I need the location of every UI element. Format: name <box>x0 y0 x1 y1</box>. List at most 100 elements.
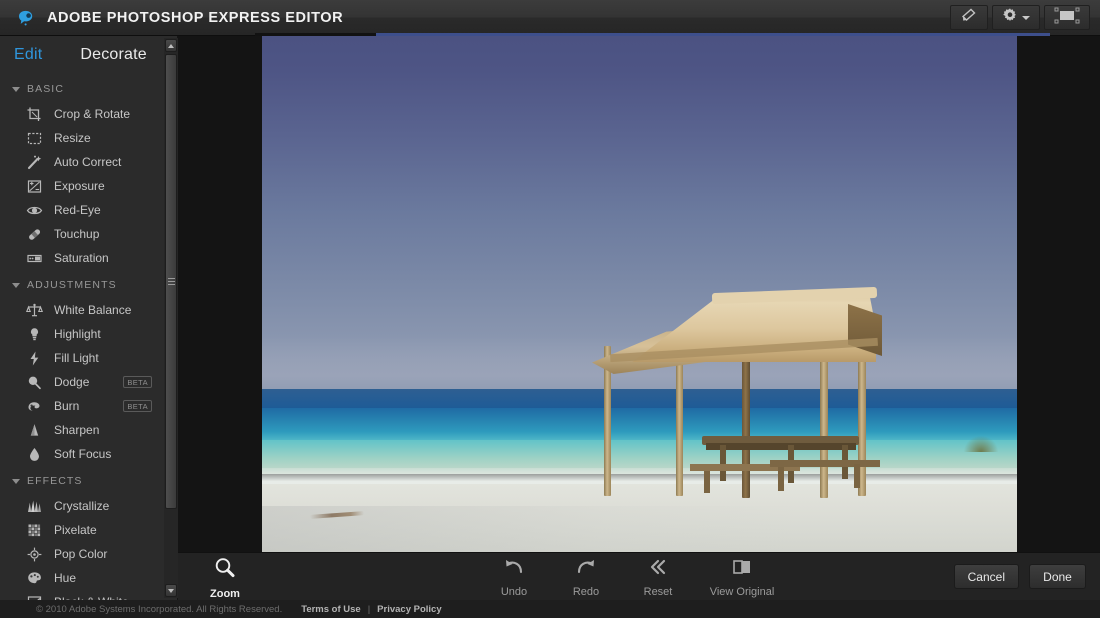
fullscreen-button[interactable] <box>1044 5 1090 30</box>
scrollbar-thumb[interactable] <box>165 54 177 509</box>
sidebar-item-label: Pixelate <box>54 523 97 537</box>
bench-leg-3 <box>854 464 860 488</box>
sidebar-item-auto-correct[interactable]: Auto Correct <box>0 150 164 174</box>
title-bar-tools <box>950 5 1090 30</box>
photo-image[interactable] <box>262 36 1017 552</box>
undo-label: Undo <box>500 586 528 598</box>
cancel-button[interactable]: Cancel <box>953 564 1019 589</box>
pixelate-icon <box>26 522 43 539</box>
done-button[interactable]: Done <box>1029 564 1086 589</box>
triangle-up-icon <box>168 43 174 48</box>
canvas-area[interactable] <box>178 36 1100 552</box>
fullscreen-icon <box>1054 7 1080 29</box>
gear-icon <box>1002 7 1018 28</box>
sidebar-item-highlight[interactable]: Highlight <box>0 322 164 346</box>
beta-badge: BETA <box>123 400 152 412</box>
group-header-adjustments[interactable]: ADJUSTMENTS <box>0 270 164 298</box>
history-tools: Undo Redo Reset View Original <box>478 557 790 598</box>
resize-icon <box>26 130 43 147</box>
sidebar-item-pop-color[interactable]: Pop Color <box>0 542 164 566</box>
sidebar-item-crop-rotate[interactable]: Crop & Rotate <box>0 102 164 126</box>
sharpen-icon <box>26 422 43 439</box>
copyright-text: © 2010 Adobe Systems Incorporated. All R… <box>36 603 283 615</box>
sidebar-item-exposure[interactable]: Exposure <box>0 174 164 198</box>
chevron-down-icon <box>1022 15 1030 20</box>
sidebar-item-label: Auto Correct <box>54 155 122 169</box>
sidebar-item-label: Red-Eye <box>54 203 101 217</box>
caret-down-icon <box>12 478 20 484</box>
reset-button[interactable]: Reset <box>622 557 694 598</box>
adobe-express-bubble-icon <box>14 6 38 30</box>
sidebar-item-pixelate[interactable]: Pixelate <box>0 518 164 542</box>
scroll-up-button[interactable] <box>165 39 177 52</box>
crop-icon <box>26 106 43 123</box>
photoshop-express-editor-window: ADOBE PHOTOSHOP EXPRESS EDITOR Edit Deco… <box>0 0 1100 618</box>
sidebar-scrollbar[interactable] <box>164 38 178 598</box>
sidebar: Edit Decorate BASIC Crop & Rotate Resize Au… <box>0 36 178 600</box>
bench-leg-2 <box>778 467 784 491</box>
sidebar-item-red-eye[interactable]: Red-Eye <box>0 198 164 222</box>
group-header-basic[interactable]: BASIC <box>0 74 164 102</box>
sidebar-item-sharpen[interactable]: Sharpen <box>0 418 164 442</box>
burn-icon <box>26 398 43 415</box>
sidebar-item-soft-focus[interactable]: Soft Focus <box>0 442 164 466</box>
sidebar-item-label: Hue <box>54 571 77 585</box>
tool-panel-list: BASIC Crop & Rotate Resize Auto Correct Expo… <box>0 74 164 600</box>
double-chevron-left-icon <box>645 557 671 582</box>
undo-arrow-icon <box>501 557 527 582</box>
tab-decorate[interactable]: Decorate <box>80 46 147 64</box>
redo-arrow-icon <box>573 557 599 582</box>
zoom-tool-label: Zoom <box>210 588 240 600</box>
lightning-bolt-icon <box>26 350 43 367</box>
view-original-button[interactable]: View Original <box>694 557 790 598</box>
feedback-icon <box>960 7 978 28</box>
privacy-policy-link[interactable]: Privacy Policy <box>377 604 441 615</box>
tab-edit[interactable]: Edit <box>14 46 42 64</box>
zoom-tool-button[interactable]: Zoom <box>194 556 256 600</box>
sidebar-item-label: Touchup <box>54 227 100 241</box>
bandage-icon <box>26 226 43 243</box>
group-header-effects[interactable]: EFFECTS <box>0 466 164 494</box>
sidebar-item-fill-light[interactable]: Fill Light <box>0 346 164 370</box>
group-title: BASIC <box>27 83 65 95</box>
caret-down-icon <box>12 86 20 92</box>
bench-back <box>770 460 880 467</box>
redo-label: Redo <box>572 586 600 598</box>
bottom-toolbar: Zoom Undo Redo Reset View Original Cance… <box>178 552 1100 600</box>
action-buttons: Cancel Done <box>953 564 1086 589</box>
sidebar-item-dodge[interactable]: Dodge BETA <box>0 370 164 394</box>
sidebar-item-hue[interactable]: Hue <box>0 566 164 590</box>
title-bar: ADOBE PHOTOSHOP EXPRESS EDITOR <box>0 0 1100 36</box>
reset-label: Reset <box>643 586 673 598</box>
table-leg-1 <box>720 445 726 481</box>
sidebar-item-label: Saturation <box>54 251 109 265</box>
sidebar-item-label: White Balance <box>54 303 132 317</box>
sand-shadow-layer <box>262 506 1017 552</box>
sidebar-item-burn[interactable]: Burn BETA <box>0 394 164 418</box>
footer-separator: | <box>367 603 371 615</box>
sidebar-item-touchup[interactable]: Touchup <box>0 222 164 246</box>
footer: © 2010 Adobe Systems Incorporated. All R… <box>0 600 1100 618</box>
lightbulb-icon <box>26 326 43 343</box>
feedback-button[interactable] <box>950 5 988 30</box>
terms-of-use-link[interactable]: Terms of Use <box>301 604 360 615</box>
magnifier-icon <box>213 556 237 585</box>
sidebar-item-resize[interactable]: Resize <box>0 126 164 150</box>
palapa-hut <box>592 286 888 503</box>
sidebar-item-label: Resize <box>54 131 91 145</box>
sidebar-item-white-balance[interactable]: White Balance <box>0 298 164 322</box>
balance-scale-icon <box>26 302 43 319</box>
saturation-icon <box>26 250 43 267</box>
undo-button[interactable]: Undo <box>478 557 550 598</box>
settings-button[interactable] <box>992 5 1040 30</box>
sidebar-item-crystallize[interactable]: Crystallize <box>0 494 164 518</box>
sidebar-item-saturation[interactable]: Saturation <box>0 246 164 270</box>
sidebar-item-label: Soft Focus <box>54 447 112 461</box>
sidebar-item-black-white[interactable]: Black & White <box>0 590 164 600</box>
split-view-icon <box>729 557 755 582</box>
sidebar-item-label: Crop & Rotate <box>54 107 131 121</box>
bench-leg-1 <box>704 471 710 493</box>
redo-button[interactable]: Redo <box>550 557 622 598</box>
sidebar-item-label: Exposure <box>54 179 105 193</box>
scroll-down-button[interactable] <box>165 584 177 597</box>
